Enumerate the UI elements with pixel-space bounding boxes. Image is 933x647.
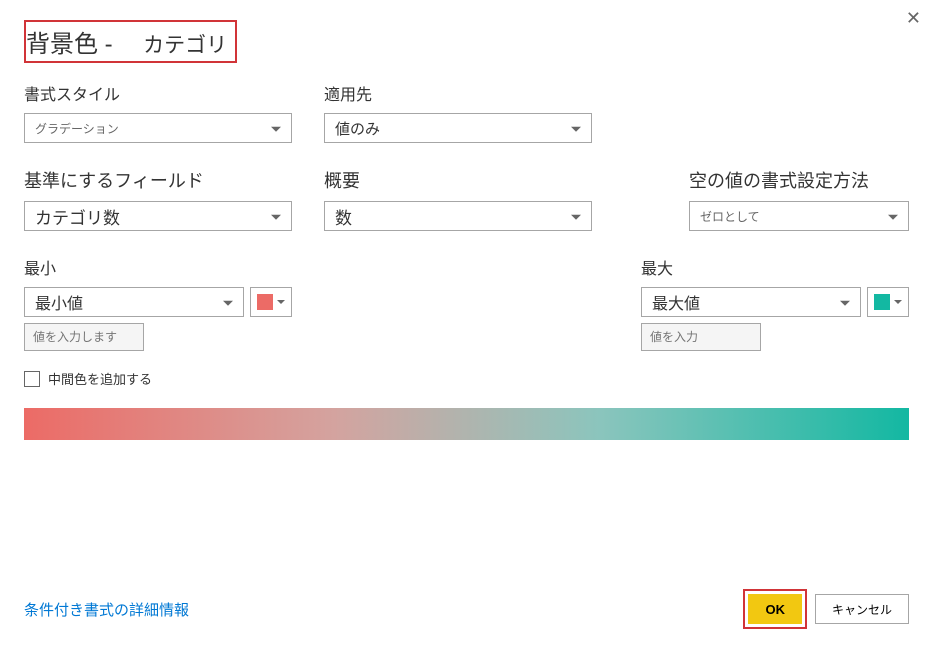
add-midcolor-checkbox[interactable] xyxy=(24,371,40,387)
apply-to-label: 適用先 xyxy=(324,81,592,105)
add-midcolor-label: 中間色を追加する xyxy=(48,369,152,388)
field-base: 基準にするフィールド カテゴリ数 xyxy=(24,167,292,231)
min-group: 最小値 xyxy=(24,287,292,351)
format-style-select[interactable]: グラデーション xyxy=(24,113,292,143)
learn-more-link[interactable]: 条件付き書式の詳細情報 xyxy=(24,599,189,620)
max-color-swatch xyxy=(874,294,890,310)
min-input[interactable] xyxy=(24,323,144,351)
empty-format-select[interactable]: ゼロとして xyxy=(689,201,909,231)
format-style-value: グラデーション xyxy=(35,120,119,137)
min-select[interactable]: 最小値 xyxy=(24,287,244,317)
dialog-footer: 条件付き書式の詳細情報 OK キャンセル xyxy=(24,589,909,629)
summary-select[interactable]: 数 xyxy=(324,201,592,231)
row-format-apply: 書式スタイル グラデーション 適用先 値のみ xyxy=(24,81,909,143)
min-value: 最小値 xyxy=(35,290,83,314)
title-sub: カテゴリ xyxy=(143,34,227,57)
max-value: 最大値 xyxy=(652,290,700,314)
gradient-preview xyxy=(24,408,909,440)
dialog-title: 背景色 - カテゴリ xyxy=(24,20,237,63)
max-label: 最大 xyxy=(641,255,909,279)
close-button[interactable]: ✕ xyxy=(906,8,921,29)
summary-value: 数 xyxy=(335,204,352,229)
empty-format-label: 空の値の書式設定方法 xyxy=(689,167,909,193)
max-input[interactable] xyxy=(641,323,761,351)
title-main: 背景色 - xyxy=(26,31,113,58)
max-color-picker[interactable] xyxy=(867,287,909,317)
min-label: 最小 xyxy=(24,255,292,279)
format-style-label: 書式スタイル xyxy=(24,81,292,105)
apply-to-value: 値のみ xyxy=(335,118,380,139)
field-max: 最大 最大値 xyxy=(641,255,909,351)
empty-format-value: ゼロとして xyxy=(700,208,760,225)
footer-buttons: OK キャンセル xyxy=(743,589,909,629)
apply-to-select[interactable]: 値のみ xyxy=(324,113,592,143)
base-field-select[interactable]: カテゴリ数 xyxy=(24,201,292,231)
base-field-value: カテゴリ数 xyxy=(35,204,120,229)
field-summary: 概要 数 xyxy=(324,167,592,231)
max-group: 最大値 xyxy=(641,287,909,351)
min-color-picker[interactable] xyxy=(250,287,292,317)
cancel-button[interactable]: キャンセル xyxy=(815,594,909,624)
ok-button[interactable]: OK xyxy=(748,594,802,624)
max-select[interactable]: 最大値 xyxy=(641,287,861,317)
add-midcolor-row: 中間色を追加する xyxy=(24,369,909,388)
close-icon: ✕ xyxy=(906,8,921,28)
field-min: 最小 最小値 xyxy=(24,255,292,351)
min-color-swatch xyxy=(257,294,273,310)
background-color-dialog: ✕ 背景色 - カテゴリ 書式スタイル グラデーション 適用先 値のみ 基準にす… xyxy=(0,0,933,647)
row-base-summary-empty: 基準にするフィールド カテゴリ数 概要 数 空の値の書式設定方法 ゼロとして xyxy=(24,167,909,231)
field-apply-to: 適用先 値のみ xyxy=(324,81,592,143)
summary-label: 概要 xyxy=(324,167,592,193)
ok-button-highlight: OK xyxy=(743,589,807,629)
field-empty-format: 空の値の書式設定方法 ゼロとして xyxy=(689,167,909,231)
row-min-max: 最小 最小値 最大 最大値 xyxy=(24,255,909,351)
field-format-style: 書式スタイル グラデーション xyxy=(24,81,292,143)
base-field-label: 基準にするフィールド xyxy=(24,167,292,193)
